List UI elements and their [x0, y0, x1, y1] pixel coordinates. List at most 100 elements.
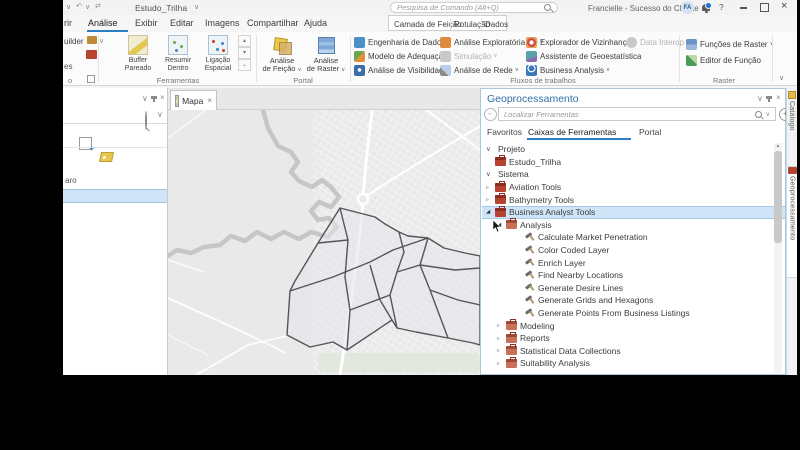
add-table-icon[interactable]: [79, 137, 94, 153]
avatar[interactable]: FA: [681, 1, 694, 14]
expander-icon[interactable]: ▹: [486, 184, 495, 191]
maximize-button[interactable]: [760, 3, 769, 12]
buffer-pareado-button[interactable]: Buffer Pareado: [120, 35, 156, 75]
resumir-dentro-button[interactable]: Resumir Dentro: [160, 35, 196, 75]
tree-item-estudo-trilha[interactable]: Estudo_Trilha: [482, 155, 785, 169]
ligacao-espacial-button[interactable]: Ligação Espacial: [200, 35, 236, 75]
tree-item-enrich-layer[interactable]: Enrich Layer: [482, 256, 785, 269]
expander-icon[interactable]: ◢: [486, 209, 495, 215]
tab-imagens[interactable]: Imagens: [205, 18, 240, 28]
tree-item-statistical-data-collections[interactable]: ▹ Statistical Data Collections: [482, 344, 785, 358]
assistente-de-geoestatistica-button[interactable]: Assistente de Geoestatística: [526, 50, 641, 62]
selected-row[interactable]: [63, 189, 167, 203]
engenharia-de-dados-button[interactable]: Engenharia de Dados: [354, 36, 445, 48]
tree-item-suitability-analysis[interactable]: ▹ Suitability Analysis: [482, 356, 785, 370]
analise-de-raster-button[interactable]: Análise de Raster ∨: [304, 35, 348, 74]
command-search-input[interactable]: Pesquisa de Comando (Alt+Q): [390, 2, 558, 13]
dock-tab-catalogo[interactable]: Catálogo: [786, 91, 797, 159]
tree-item-modeling[interactable]: ▹ Modeling: [482, 319, 785, 332]
gallery-scroll-up[interactable]: ▴: [238, 35, 251, 47]
expander-icon[interactable]: ∨: [486, 170, 495, 178]
undo-dropdown-icon[interactable]: ∨: [85, 3, 90, 11]
help-button[interactable]: ?: [719, 2, 724, 12]
tool-search-input[interactable]: Localizar Ferramentas ∨: [498, 107, 776, 121]
expander-icon[interactable]: ▹: [497, 360, 506, 367]
tab-compartilhar[interactable]: Compartilhar: [247, 18, 299, 28]
label-tag-icon[interactable]: [98, 152, 115, 162]
divider: [481, 18, 482, 30]
tab-dados[interactable]: Dados: [485, 20, 508, 29]
pane-close-icon[interactable]: ×: [776, 93, 781, 102]
tree-item-reports[interactable]: ▹ Reports: [482, 331, 785, 345]
notifications-bell-icon[interactable]: [702, 2, 712, 13]
tree-item-generate-points-from-business-listings[interactable]: Generate Points From Business Listings: [482, 307, 785, 320]
back-arrow-icon[interactable]: ←: [484, 108, 497, 121]
tab-ajuda[interactable]: Ajuda: [304, 18, 327, 28]
tab-caixas-de-ferramentas[interactable]: Caixas de Ferramentas: [528, 127, 616, 137]
tree-item-analysis[interactable]: ◢ Analysis: [482, 218, 785, 232]
pane-pin-icon[interactable]: [766, 96, 772, 102]
gallery-scroll-down[interactable]: ▾: [238, 47, 251, 59]
pane-options-chevron-icon[interactable]: ∨: [757, 94, 763, 103]
pane-pin-icon[interactable]: [151, 96, 157, 102]
tab-camada-de-feicao[interactable]: Camada de Feição: [394, 20, 462, 29]
funcoes-de-raster-button[interactable]: Funções de Raster∨: [686, 38, 774, 50]
expander-icon[interactable]: ▹: [486, 196, 495, 203]
chevron-down-icon[interactable]: ∨: [157, 110, 163, 119]
expander-icon[interactable]: ▹: [497, 347, 506, 354]
tree-item-aviation-tools[interactable]: ▹ Aviation Tools: [482, 180, 785, 194]
tree-item-generate-grids-and-hexagons[interactable]: Generate Grids and Hexagons: [482, 294, 785, 307]
scrollbar[interactable]: ▲: [774, 143, 782, 373]
customize-toolbar-icon[interactable]: ⇄: [95, 2, 101, 10]
expander-icon[interactable]: ∨: [486, 145, 495, 153]
tree-item-business-analyst-tools[interactable]: ◢ Business Analyst Tools: [482, 205, 785, 219]
tree-item-projeto[interactable]: ∨ Projeto: [482, 143, 785, 156]
tree-item-calculate-market-penetration[interactable]: Calculate Market Penetration: [482, 231, 785, 244]
chevron-down-icon[interactable]: ∨: [766, 111, 770, 118]
business-analysis-button[interactable]: Business Analysis ∨: [526, 64, 610, 76]
undo-icon[interactable]: ↶: [76, 2, 82, 10]
modelbuilder-label-fragment[interactable]: uilder: [64, 37, 84, 46]
ribbon-collapse-icon[interactable]: ∨: [779, 74, 784, 82]
project-title-dropdown-icon[interactable]: ∨: [194, 3, 199, 11]
tab-inserir-fragment[interactable]: rir: [64, 18, 72, 28]
tree-item-generate-desire-lines[interactable]: Generate Desire Lines: [482, 282, 785, 295]
pane-search-input[interactable]: ∨: [63, 107, 167, 130]
tab-editar[interactable]: Editar: [170, 18, 194, 28]
analise-de-feicao-button[interactable]: Análise de Feição ∨: [260, 35, 304, 74]
tree-item-bathymetry-tools[interactable]: ▹ Bathymetry Tools: [482, 193, 785, 206]
editor-de-funcao-button[interactable]: Editor de Função: [686, 54, 761, 66]
expander-icon[interactable]: ▹: [497, 335, 506, 342]
tree-item-color-coded-layer[interactable]: Color Coded Layer: [482, 244, 785, 257]
simulacao-button[interactable]: Simulação ∨: [440, 50, 497, 62]
map-tab-close-icon[interactable]: ×: [207, 96, 212, 105]
scroll-up-arrow[interactable]: ▲: [774, 143, 782, 150]
minimize-button[interactable]: [740, 7, 747, 9]
analise-de-rede-button[interactable]: Análise de Rede ∨: [440, 64, 519, 76]
tree-item-sistema[interactable]: ∨ Sistema: [482, 168, 785, 181]
explorador-de-vizinhanca-button[interactable]: Explorador de Vizinhança: [526, 36, 631, 48]
row-text-fragment: aro: [65, 176, 77, 185]
quick-access-dropdown-icon[interactable]: ∨: [66, 3, 71, 11]
analise-de-visibilidade-button[interactable]: Análise de Visibilidade: [354, 64, 448, 76]
pane-options-chevron-icon[interactable]: ∨: [142, 94, 148, 103]
toolbox-icon[interactable]: [86, 50, 97, 59]
map-canvas[interactable]: [168, 110, 480, 375]
dialog-launcher-icon[interactable]: [87, 75, 95, 83]
map-view-tab[interactable]: Mapa ×: [170, 90, 217, 110]
expander-icon[interactable]: ▹: [497, 322, 506, 329]
tab-exibir[interactable]: Exibir: [135, 18, 158, 28]
tab-favoritos[interactable]: Favoritos: [487, 127, 522, 137]
data-interop-button[interactable]: Data Interop∨: [626, 36, 690, 48]
pane-close-icon[interactable]: ×: [160, 93, 165, 102]
close-button[interactable]: ×: [781, 1, 787, 12]
tree-item-find-nearby-locations[interactable]: Find Nearby Locations: [482, 269, 785, 282]
tab-analise[interactable]: Análise: [88, 18, 118, 28]
dock-tab-geoprocessamento[interactable]: Geoprocessamento: [786, 166, 797, 278]
scrollbar-thumb[interactable]: [774, 151, 782, 243]
modelbuilder-icon[interactable]: [87, 36, 97, 44]
chevron-down-icon[interactable]: ∨: [99, 37, 104, 45]
tab-portal[interactable]: Portal: [639, 127, 661, 137]
gallery-expand[interactable]: ⌄: [238, 59, 251, 71]
modelo-de-adequacao-button[interactable]: Modelo de Adequação: [354, 50, 448, 62]
